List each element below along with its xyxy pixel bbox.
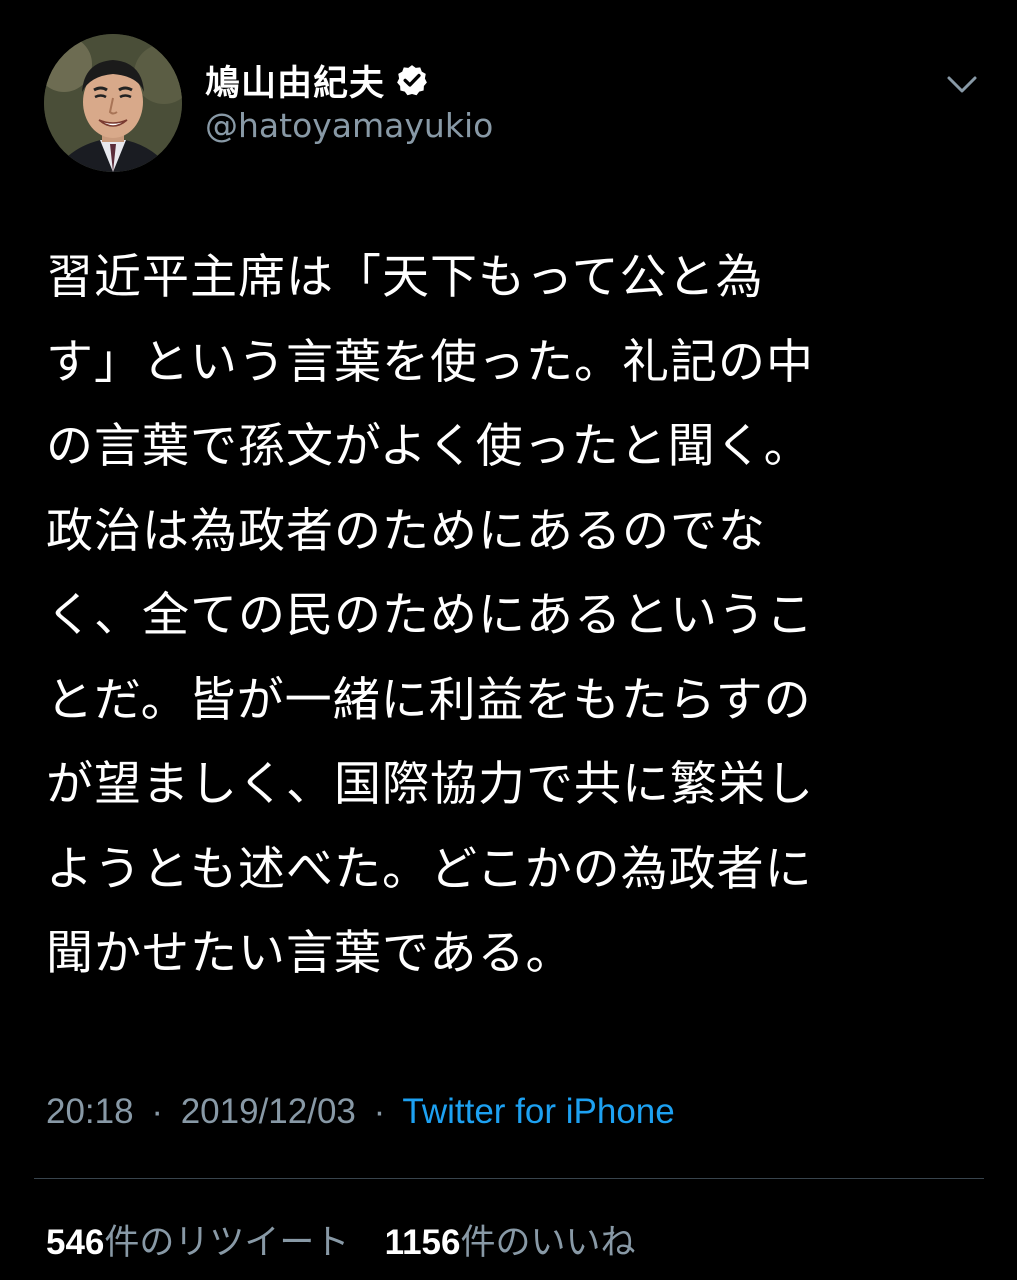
likes-count: 1156 [384, 1223, 461, 1262]
meta-separator: · [373, 1092, 386, 1131]
chevron-down-icon[interactable] [942, 64, 982, 104]
tweet-text-line: く、全ての民のためにあるというこ [46, 588, 814, 643]
tweet-meta: 20:18 · 2019/12/03 · Twitter for iPhone [46, 1092, 675, 1132]
tweet-text-line: の言葉で孫文がよく使ったと聞く。 [46, 419, 812, 474]
tweet-text-line: ようとも述べた。どこかの為政者に [46, 841, 813, 897]
retweets-stat[interactable]: 546件のリツイート [46, 1223, 349, 1263]
tweet-text-line: す」という言葉を使った。礼記の中 [46, 334, 814, 390]
tweet-text-line: とだ。皆が一緒に利益をもたらすの [46, 672, 812, 728]
retweets-count: 546 [46, 1223, 105, 1262]
tweet-text-line: が望ましく、国際協力で共に繁栄し [46, 757, 814, 812]
avatar-portrait-image [44, 34, 182, 172]
tweet-date[interactable]: 2019/12/03 [181, 1092, 356, 1131]
tweet-detail: 鳩山由紀夫 @hatoyamayukio 習近平主席は「天下もって公と為 す」と… [0, 0, 1017, 1280]
likes-stat[interactable]: 1156件のいいね [385, 1223, 636, 1263]
divider [34, 1178, 984, 1179]
verified-badge-icon [395, 63, 429, 97]
tweet-text-line: 聞かせたい言葉である。 [46, 926, 574, 981]
meta-separator: · [151, 1092, 163, 1131]
tweet-text-line: 習近平主席は「天下もって公と為 [46, 250, 764, 305]
tweet-text: 習近平主席は「天下もって公と為 す」という言葉を使った。礼記の中 の言葉で孫文が… [46, 236, 946, 997]
tweet-stats: 546件のリツイート 1156件のいいね [46, 1214, 660, 1265]
author-handle[interactable]: @hatoyamayukio [205, 106, 493, 145]
tweet-source-link[interactable]: Twitter for iPhone [402, 1092, 674, 1131]
avatar[interactable] [44, 34, 182, 172]
retweets-label: 件のリツイート [104, 1223, 350, 1263]
tweet-text-line: 政治は為政者のためにあるのでな [46, 503, 766, 559]
tweet-time[interactable]: 20:18 [46, 1092, 134, 1131]
author-display-name[interactable]: 鳩山由紀夫 [205, 55, 385, 106]
likes-label: 件のいいね [460, 1223, 636, 1263]
author-name-row[interactable]: 鳩山由紀夫 [205, 56, 429, 104]
